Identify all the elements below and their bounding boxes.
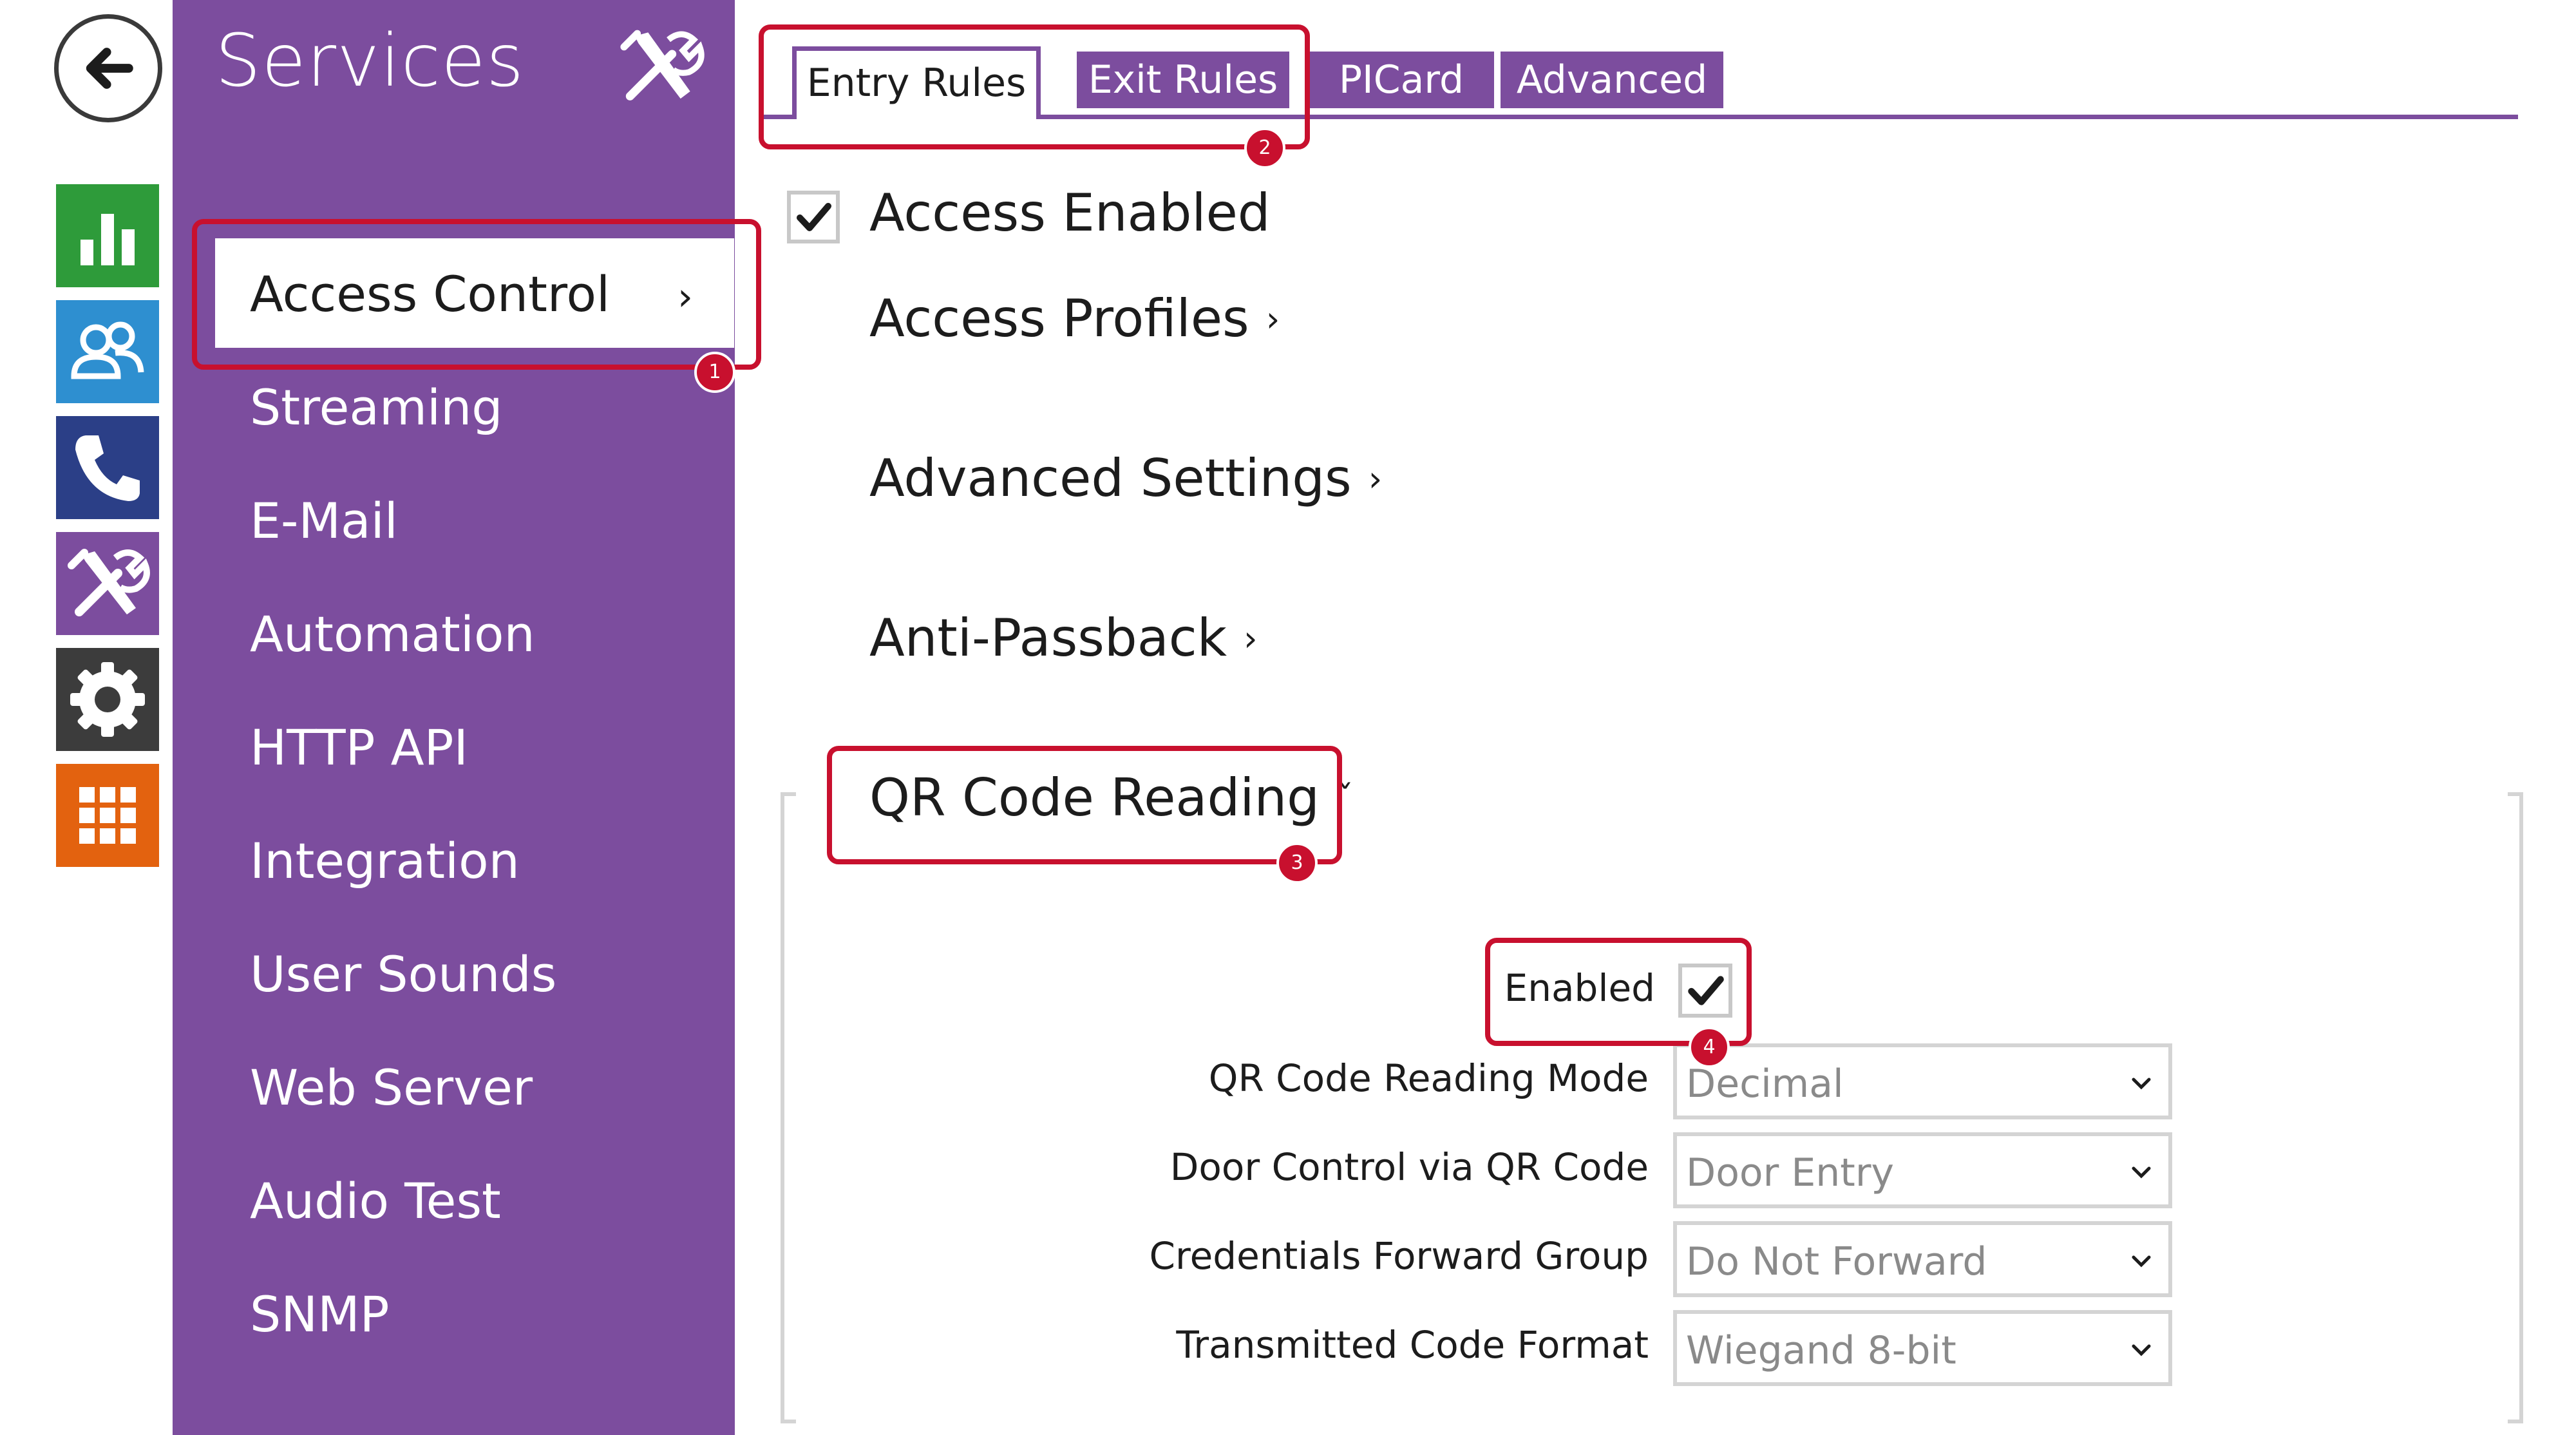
callout-badge: 4 [1689, 1027, 1730, 1068]
access-enabled-checkbox[interactable] [787, 191, 840, 243]
chevron-right-icon: › [1244, 618, 1258, 659]
settings-nav-button[interactable] [56, 648, 159, 751]
callout-box [192, 219, 761, 370]
forward-group-label: Credentials Forward Group [1149, 1234, 1649, 1278]
frame-corner [781, 792, 796, 796]
frame-corner [781, 1420, 796, 1423]
chevron-down-icon [2132, 1078, 2151, 1090]
phone-icon [75, 435, 140, 501]
tools-icon [68, 549, 150, 616]
access-profiles-label: Access Profiles [869, 289, 1249, 348]
bar-chart-icon [80, 214, 135, 265]
qr-section-frame [781, 792, 2523, 1423]
qr-mode-value: Decimal [1686, 1061, 1844, 1107]
callout-box [759, 24, 1310, 149]
menu-item-snmp[interactable]: SNMP [250, 1286, 390, 1343]
menu-item-integration[interactable]: Integration [250, 832, 520, 889]
menu-item-streaming[interactable]: Streaming [250, 379, 503, 436]
tab-picard[interactable]: PICard [1309, 52, 1494, 108]
frame-corner [2508, 792, 2523, 796]
door-control-value: Door Entry [1686, 1150, 1894, 1195]
status-nav-button[interactable] [56, 184, 159, 287]
tab-advanced[interactable]: Advanced [1501, 52, 1723, 108]
chevron-right-icon: › [1368, 459, 1383, 499]
door-control-select[interactable]: Door Entry [1673, 1132, 2172, 1208]
qr-mode-select[interactable]: Decimal [1673, 1043, 2172, 1119]
callout-box [827, 746, 1342, 864]
back-button[interactable] [54, 14, 162, 122]
menu-item-email[interactable]: E-Mail [250, 492, 398, 549]
callout-badge: 3 [1276, 842, 1318, 884]
advanced-settings-label: Advanced Settings [869, 448, 1352, 508]
menu-item-user-sounds[interactable]: User Sounds [250, 946, 556, 1003]
arrow-left-icon [86, 48, 133, 89]
chevron-down-icon [2132, 1166, 2151, 1179]
grid-icon [79, 787, 136, 844]
code-format-label: Transmitted Code Format [1176, 1323, 1649, 1367]
advanced-settings-link[interactable]: Advanced Settings › [869, 448, 1382, 508]
services-title: Services [215, 19, 525, 103]
frame-corner [2508, 1420, 2523, 1423]
directory-nav-button[interactable] [56, 300, 159, 403]
services-nav-button[interactable] [56, 532, 159, 635]
tools-icon [612, 18, 708, 111]
chevron-down-icon [2132, 1255, 2151, 1268]
chevron-right-icon: › [1265, 299, 1280, 339]
anti-passback-link[interactable]: Anti-Passback › [869, 608, 1258, 668]
forward-group-value: Do Not Forward [1686, 1239, 1987, 1284]
forward-group-select[interactable]: Do Not Forward [1673, 1221, 2172, 1297]
users-icon [71, 321, 144, 379]
callout-badge: 2 [1244, 128, 1285, 169]
checkmark-icon [797, 203, 831, 231]
apps-nav-button[interactable] [56, 764, 159, 867]
calls-nav-button[interactable] [56, 416, 159, 519]
menu-item-http-api[interactable]: HTTP API [250, 719, 468, 776]
code-format-value: Wiegand 8-bit [1686, 1328, 1956, 1373]
gear-icon [70, 662, 145, 737]
chevron-down-icon [2132, 1344, 2151, 1356]
code-format-select[interactable]: Wiegand 8-bit [1673, 1310, 2172, 1386]
door-control-label: Door Control via QR Code [1170, 1145, 1649, 1189]
callout-badge: 1 [694, 352, 735, 393]
menu-item-audio-test[interactable]: Audio Test [250, 1172, 501, 1230]
access-enabled-label: Access Enabled [869, 183, 1271, 243]
menu-item-automation[interactable]: Automation [250, 605, 535, 663]
qr-mode-label: QR Code Reading Mode [1208, 1056, 1649, 1100]
access-profiles-link[interactable]: Access Profiles › [869, 289, 1280, 348]
anti-passback-label: Anti-Passback [869, 608, 1227, 668]
menu-item-web-server[interactable]: Web Server [250, 1059, 533, 1116]
